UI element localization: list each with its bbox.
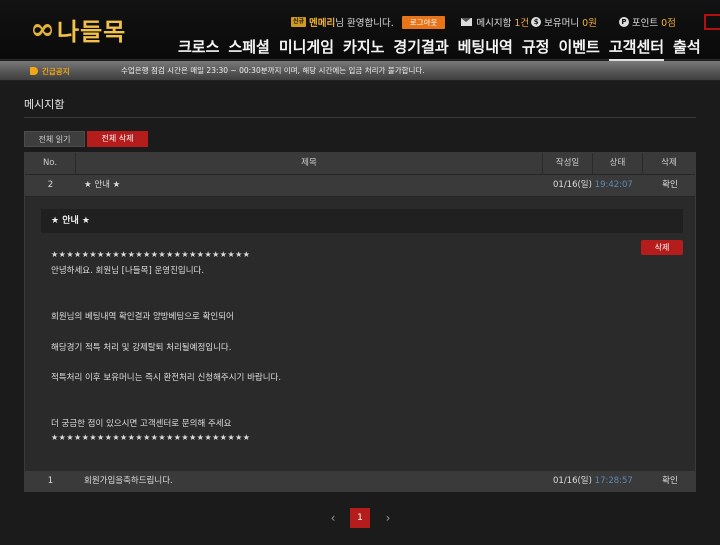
logo-mark: ∞ bbox=[30, 11, 55, 47]
nav-item-rules[interactable]: 규정 bbox=[522, 36, 550, 61]
nav-item-customer-center[interactable]: 고객센터 bbox=[608, 36, 665, 61]
notice-label: 긴급공지 bbox=[30, 61, 70, 81]
dollar-coin-icon: $ bbox=[531, 17, 542, 27]
nav-item-special[interactable]: 스페셜 bbox=[228, 36, 269, 61]
point-value: 0점 bbox=[661, 18, 676, 29]
logout-button[interactable]: 로그아웃 bbox=[401, 15, 446, 29]
message-count: 1건 bbox=[514, 18, 530, 29]
nav-item-attendance[interactable]: 출석 bbox=[673, 36, 701, 61]
detail-line: 회원님의 베팅내역 확인결과 양방베팅으로 확인되어 bbox=[51, 312, 234, 322]
row-date-day: 01/16(일) bbox=[553, 180, 592, 190]
user-bar: 신규 멘메리 님 환영합니다. 로그아웃 메시지함 1건 $ 보유머니 0원 P… bbox=[291, 15, 676, 29]
row-no: 2 bbox=[47, 180, 54, 190]
row-no: 1 bbox=[47, 476, 54, 486]
delete-all-button[interactable]: 전체 삭제 bbox=[87, 131, 148, 147]
point-info: P 포인트 0점 bbox=[617, 15, 676, 29]
balance-value: 0원 bbox=[582, 18, 597, 29]
read-all-button[interactable]: 전체 읽기 bbox=[24, 131, 85, 147]
next-page-chevron-icon[interactable]: › bbox=[380, 508, 396, 528]
message-link[interactable]: 메시지함 1건 bbox=[461, 15, 529, 29]
main-nav: 크로스 스페셜 미니게임 카지노 경기결과 베팅내역 규정 이벤트 고객센터 출… bbox=[178, 36, 710, 61]
header-title: 제목 bbox=[76, 153, 543, 174]
notice-bar: 긴급공지 수업은행 점검 시간은 매일 23:30 ~ 00:30분까지 이며,… bbox=[0, 61, 720, 81]
header-date: 작성일 bbox=[543, 153, 593, 174]
row-title[interactable]: ★ 안내 ★ bbox=[84, 175, 484, 196]
notice-ticker-text: 수업은행 점검 시간은 매일 23:30 ~ 00:30분까지 이며, 해당 시… bbox=[121, 66, 425, 75]
level-badge: 신규 bbox=[291, 17, 307, 27]
row-date-time: 19:42:07 bbox=[594, 180, 633, 190]
balance-label: 보유머니 bbox=[544, 18, 580, 29]
greeting-text: 님 환영합니다. bbox=[335, 18, 394, 29]
row-date: 01/16(일) 19:42:07 bbox=[553, 175, 633, 196]
row-title[interactable]: 회원가입을축하드립니다. bbox=[84, 471, 484, 492]
table-row[interactable]: 1 회원가입을축하드립니다. 01/16(일) 17:28:57 확인 bbox=[25, 471, 695, 492]
row-status: 확인 bbox=[662, 180, 678, 190]
site-header: ∞ 나들목 신규 멘메리 님 환영합니다. 로그아웃 메시지함 1건 $ 보유머… bbox=[0, 0, 720, 61]
notice-label-text: 긴급공지 bbox=[42, 66, 70, 76]
logo-text: 나들목 bbox=[57, 17, 127, 46]
detail-line: 안녕하세요. 회원님 [나들목] 운영진입니다. bbox=[51, 266, 205, 276]
row-status: 확인 bbox=[662, 476, 678, 486]
megaphone-icon bbox=[30, 67, 38, 75]
page-number-current[interactable]: 1 bbox=[350, 508, 370, 528]
nav-item-minigame[interactable]: 미니게임 bbox=[279, 36, 334, 61]
cart-box-icon[interactable] bbox=[704, 14, 720, 30]
envelope-icon bbox=[461, 18, 473, 26]
table-header: No. 제목 작성일 상태 삭제 bbox=[25, 153, 695, 174]
header-delete: 삭제 bbox=[661, 158, 677, 168]
row-date-time: 17:28:57 bbox=[594, 476, 633, 486]
message-detail-panel: ★ 안내 ★ 삭제 ★★★★★★★★★★★★★★★★★★★★★★★★★★ 안녕하… bbox=[25, 197, 695, 471]
detail-line: 적특처리 이후 보유머니는 즉시 환전처리 신청해주시기 바랍니다. bbox=[51, 373, 282, 383]
username: 멘메리 bbox=[309, 18, 336, 29]
page-title: 메시지함 bbox=[24, 98, 65, 111]
header-status: 상태 bbox=[593, 153, 643, 174]
site-logo[interactable]: ∞ 나들목 bbox=[30, 11, 127, 47]
title-divider bbox=[24, 117, 696, 118]
row-date-day: 01/16(일) bbox=[553, 476, 592, 486]
table-row[interactable]: 2 ★ 안내 ★ 01/16(일) 19:42:07 확인 bbox=[25, 175, 695, 196]
pagination: ‹ 1 › bbox=[0, 508, 720, 528]
detail-line: 해당경기 적특 처리 및 강제탈퇴 처리될예정입니다. bbox=[51, 343, 232, 353]
detail-line: 더 궁금한 점이 있으시면 고객센터로 문의해 주세요 bbox=[51, 419, 232, 429]
balance-info: $ 보유머니 0원 bbox=[529, 15, 597, 29]
point-coin-icon: P bbox=[618, 17, 629, 27]
nav-item-casino[interactable]: 카지노 bbox=[343, 36, 384, 61]
detail-stars-top: ★★★★★★★★★★★★★★★★★★★★★★★★★★ bbox=[51, 250, 251, 259]
detail-title: ★ 안내 ★ bbox=[41, 209, 683, 233]
message-label: 메시지함 bbox=[476, 18, 512, 29]
nav-item-results[interactable]: 경기결과 bbox=[393, 36, 448, 61]
prev-page-chevron-icon[interactable]: ‹ bbox=[325, 508, 341, 528]
message-table: No. 제목 작성일 상태 삭제 2 ★ 안내 ★ 01/16(일) 19:42… bbox=[24, 152, 696, 492]
detail-stars-bottom: ★★★★★★★★★★★★★★★★★★★★★★★★★★ bbox=[51, 433, 251, 442]
nav-item-bet-history[interactable]: 베팅내역 bbox=[458, 36, 513, 61]
point-label: 포인트 bbox=[631, 18, 659, 29]
row-date: 01/16(일) 17:28:57 bbox=[553, 471, 633, 492]
nav-item-events[interactable]: 이벤트 bbox=[558, 36, 599, 61]
nav-item-cross[interactable]: 크로스 bbox=[178, 36, 219, 61]
delete-message-button[interactable]: 삭제 bbox=[641, 240, 683, 255]
header-no: No. bbox=[25, 153, 76, 174]
